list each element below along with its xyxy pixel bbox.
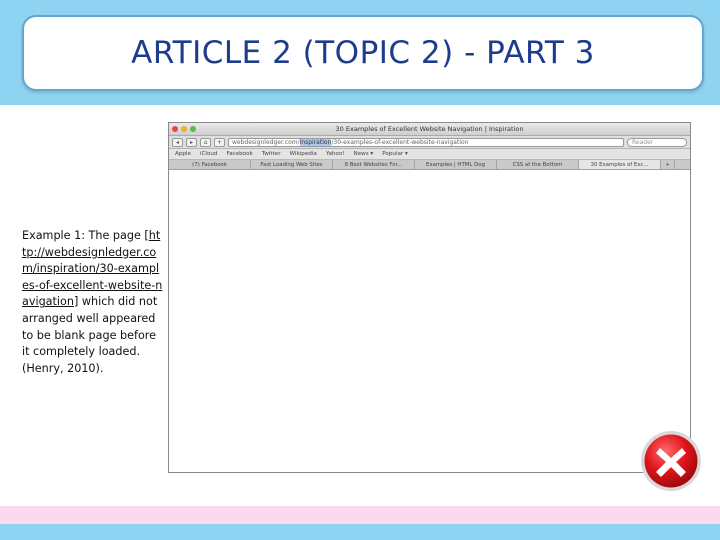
share-icon[interactable]: ⌂ — [200, 137, 211, 147]
window-controls — [172, 126, 196, 132]
window-title: 30 Examples of Excellent Website Navigat… — [335, 125, 524, 133]
tab-facebook[interactable]: (7) Facebook — [169, 160, 251, 169]
slide-title: ARTICLE 2 (TOPIC 2) - PART 3 — [131, 35, 595, 71]
bookmark-item[interactable]: iCloud — [200, 151, 218, 157]
browser-titlebar: 30 Examples of Excellent Website Navigat… — [169, 123, 690, 136]
bookmark-item[interactable]: Yahoo! — [326, 151, 345, 157]
back-icon[interactable]: ◂ — [172, 137, 183, 147]
bookmark-item[interactable]: Facebook — [226, 151, 252, 157]
forward-icon[interactable]: ▸ — [186, 137, 197, 147]
new-tab-button[interactable]: + — [661, 160, 675, 169]
tab-30-examples[interactable]: 30 Examples of Exc... — [579, 160, 661, 169]
tab-best-websites[interactable]: 8 Best Websites For... — [333, 160, 415, 169]
bookmark-item[interactable]: Twitter — [262, 151, 281, 157]
url-rest: /30-examples-of-excellent-website-naviga… — [331, 138, 469, 146]
title-box: ARTICLE 2 (TOPIC 2) - PART 3 — [22, 15, 704, 91]
browser-screenshot: 30 Examples of Excellent Website Navigat… — [168, 122, 691, 473]
close-window-icon[interactable] — [172, 126, 178, 132]
browser-toolbar: ◂ ▸ ⌂ + webdesignledger.com/inspiration/… — [169, 136, 690, 149]
bookmark-item[interactable]: News ▾ — [354, 151, 374, 157]
tab-html-dog[interactable]: Examples | HTML Dog — [415, 160, 497, 169]
reader-button[interactable]: Reader — [627, 137, 687, 147]
example-caption: Example 1: The page [http://webdesignled… — [22, 228, 164, 377]
address-bar[interactable]: webdesignledger.com/inspiration/30-examp… — [228, 137, 624, 147]
bookmark-item[interactable]: Apple — [175, 151, 191, 157]
add-bookmark-icon[interactable]: + — [214, 137, 225, 147]
blank-page-content — [169, 171, 690, 472]
bookmark-item[interactable]: Popular ▾ — [382, 151, 408, 157]
tab-fast-loading[interactable]: Fast Loading Web Sites — [251, 160, 333, 169]
url-host: webdesignledger.com/ — [232, 138, 300, 146]
caption-before: Example 1: The page [ — [22, 229, 149, 242]
footer-blue-band — [0, 524, 720, 540]
tab-css-bottom[interactable]: CSS at the Bottom — [497, 160, 579, 169]
minimize-window-icon[interactable] — [181, 126, 187, 132]
footer-pink-band — [0, 506, 720, 524]
bookmarks-bar: Apple iCloud Facebook Twitter Wikipedia … — [169, 149, 690, 160]
bookmark-item[interactable]: Wikipedia — [290, 151, 317, 157]
zoom-window-icon[interactable] — [190, 126, 196, 132]
tab-bar: (7) Facebook Fast Loading Web Sites 8 Be… — [169, 160, 690, 170]
url-selected: inspiration — [299, 138, 332, 146]
red-x-icon — [641, 431, 701, 491]
